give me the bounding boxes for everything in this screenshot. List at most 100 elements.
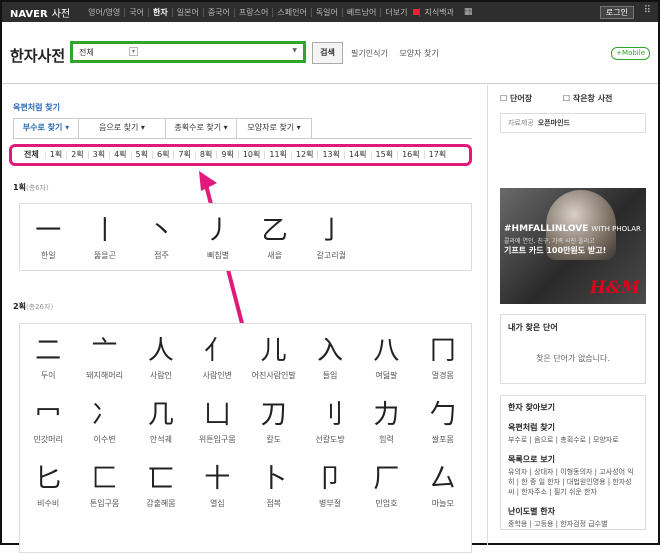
browse-group-links[interactable]: 부수로 | 음으로 | 총획수로 | 모양자로 [508,435,638,445]
character-cell[interactable]: 乙 새을 [246,204,303,268]
category-dropdown-icon[interactable]: ▾ [129,47,138,56]
stroke-filter-item[interactable]: 12획 [290,151,318,159]
character-name[interactable]: 칼도 [246,434,302,445]
stroke-filter-item[interactable]: 13획 [317,151,344,159]
nav-item[interactable]: 일본어 [171,7,203,17]
character-glyph[interactable]: 乙 [246,216,303,246]
character-glyph[interactable]: 亻 [189,336,245,366]
stroke-filter-item[interactable]: 16획 [397,151,424,159]
stroke-filter-item[interactable]: 15획 [370,151,398,159]
character-glyph[interactable]: 丿 [190,216,247,246]
character-glyph[interactable]: 入 [302,336,358,366]
browse-group-links[interactable]: 중학용 | 고등용 | 한자검정 급수별 [508,519,638,529]
nav-item[interactable]: 독일어 [310,7,342,17]
character-name[interactable]: 안석궤 [133,434,189,445]
character-name[interactable]: 민엄호 [358,498,414,509]
character-cell[interactable]: 匚 튼입구몸 [76,452,132,516]
character-glyph[interactable]: 人 [133,336,189,366]
character-glyph[interactable]: 凵 [189,400,245,430]
character-cell[interactable]: 儿 어진사람인발 [246,324,302,388]
character-cell[interactable]: 亅 갈고리궐 [303,204,360,268]
character-glyph[interactable]: 厶 [415,464,471,494]
character-glyph[interactable]: 丶 [133,216,190,246]
tab-shape[interactable]: 모양자로 찾기 ▾ [236,118,312,138]
character-glyph[interactable]: 厂 [358,464,414,494]
character-name[interactable]: 돼지해머리 [76,370,132,381]
character-cell[interactable]: 十 열십 [189,452,245,516]
nav-item[interactable]: 스페인어 [272,7,310,17]
character-cell[interactable]: 亠 돼지해머리 [76,324,132,388]
character-name[interactable]: 삐침별 [190,250,247,261]
character-glyph[interactable]: 刂 [302,400,358,430]
character-cell[interactable]: 入 들입 [302,324,358,388]
nav-item[interactable]: 중국어 [202,7,234,17]
nav-item[interactable]: 프랑스어 [233,7,272,17]
character-name[interactable]: 비수비 [20,498,76,509]
mini-dictionary-button[interactable]: ☐ 작은창 사전 [563,94,627,103]
character-name[interactable]: 선칼도방 [302,434,358,445]
character-cell[interactable]: 刀 칼도 [246,388,302,452]
character-name[interactable]: 사람인 [133,370,189,381]
character-name[interactable]: 들입 [302,370,358,381]
stroke-filter-item[interactable]: 4획 [109,151,130,159]
character-cell[interactable]: 刂 선칼도방 [302,388,358,452]
login-button[interactable]: 로그인 [599,6,634,19]
nav-item[interactable]: 한자 [147,7,172,17]
character-name[interactable]: 병부절 [302,498,358,509]
character-glyph[interactable]: 儿 [246,336,302,366]
stroke-filter-item[interactable]: 14획 [344,151,371,159]
stroke-filter-item[interactable]: 11획 [264,151,291,159]
character-name[interactable]: 쌀포몸 [415,434,471,445]
character-name[interactable]: 튼입구몸 [76,498,132,509]
character-glyph[interactable]: 几 [133,400,189,430]
nav-item[interactable]: 더보기 [380,7,411,17]
character-cell[interactable]: 丿 삐침별 [190,204,247,268]
character-name[interactable]: 갈고리궐 [303,250,360,261]
character-cell[interactable]: 卜 점복 [246,452,302,516]
character-glyph[interactable]: 冫 [76,400,132,430]
stroke-filter-item[interactable]: 9획 [216,151,237,159]
character-glyph[interactable]: 冂 [415,336,471,366]
handwriting-input-link[interactable]: 필기인식기 [351,49,388,58]
tab-radical[interactable]: 부수로 찾기 ▾ [13,118,79,138]
character-cell[interactable]: 冖 민갓머리 [20,388,76,452]
search-button[interactable]: 검색 [312,42,343,64]
character-cell[interactable]: 冂 멀경몸 [415,324,471,388]
character-cell[interactable]: 卩 병부절 [302,452,358,516]
search-category-select[interactable]: 전체 [79,47,94,58]
character-name[interactable]: 마늘모 [415,498,471,509]
stroke-filter-item[interactable]: 1획 [44,151,66,159]
tab-stroke-count[interactable]: 총획수로 찾기 ▾ [165,118,237,138]
character-glyph[interactable]: 丨 [77,216,134,246]
character-name[interactable]: 뚫을곤 [77,250,134,261]
stroke-filter-item[interactable]: 5획 [130,151,152,159]
character-cell[interactable]: 丨 뚫을곤 [77,204,134,268]
character-name[interactable]: 여덟팔 [358,370,414,381]
character-cell[interactable]: 亻 사람인변 [189,324,245,388]
character-cell[interactable]: 几 안석궤 [133,388,189,452]
character-glyph[interactable]: 卜 [246,464,302,494]
character-cell[interactable]: 厶 마늘모 [415,452,471,516]
character-glyph[interactable]: 勹 [415,400,471,430]
character-cell[interactable]: 丶 점주 [133,204,190,268]
character-glyph[interactable]: 八 [358,336,414,366]
advertisement-banner[interactable]: #HMFALLINLOVE WITH PHOLAR 콜라에 연인, 친구, 가족 … [500,188,646,304]
character-name[interactable]: 점복 [246,498,302,509]
character-name[interactable]: 이수변 [76,434,132,445]
stroke-filter-item[interactable]: 17획 [423,151,451,159]
stroke-filter-item[interactable]: 전체 [20,151,45,159]
character-cell[interactable]: 匸 감출혜몸 [133,452,189,516]
character-glyph[interactable]: 亠 [76,336,132,366]
character-name[interactable]: 멀경몸 [415,370,471,381]
character-cell[interactable]: 厂 민엄호 [358,452,414,516]
shape-search-link[interactable]: 모양자 찾기 [399,49,438,58]
character-name[interactable]: 열십 [189,498,245,509]
vocabulary-button[interactable]: ☐ 단어장 [500,94,546,103]
search-box[interactable]: 전체 ▾ ▼ [70,41,306,63]
character-cell[interactable]: 匕 비수비 [20,452,76,516]
character-cell[interactable]: 凵 위튼입구몸 [189,388,245,452]
character-name[interactable]: 위튼입구몸 [189,434,245,445]
character-glyph[interactable]: 匚 [76,464,132,494]
character-cell[interactable]: 冫 이수변 [76,388,132,452]
character-glyph[interactable]: 匕 [20,464,76,494]
